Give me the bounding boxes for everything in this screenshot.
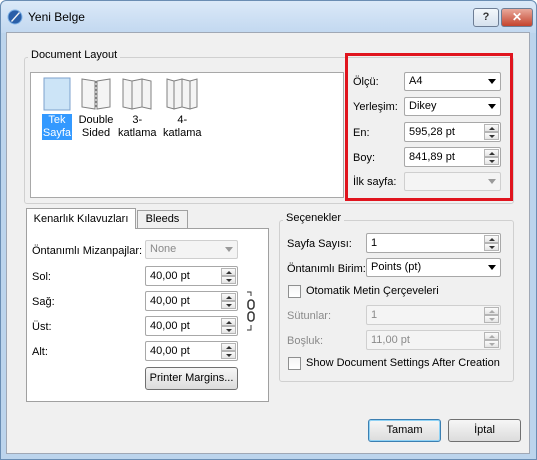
ok-button[interactable]: Tamam [368, 419, 441, 442]
show-settings-checkbox[interactable] [288, 357, 301, 370]
link-chain-icon[interactable] [245, 290, 257, 332]
layout-item-label: Tek Sayfa [41, 114, 73, 140]
columns-label: Sütunlar: [287, 310, 332, 322]
columns-input: 1 [366, 305, 501, 325]
layout-item-single[interactable]: Tek Sayfa [37, 75, 77, 140]
auto-frames-label[interactable]: Otomatik Metin Çerçeveleri [306, 285, 439, 297]
spin-down-button[interactable] [221, 351, 236, 359]
tab-margin-guides[interactable]: Kenarlık Kılavuzları [26, 208, 136, 229]
bottom-margin-label: Alt: [32, 346, 48, 358]
layout-item-double[interactable]: Double Sided [76, 75, 116, 140]
right-margin-label: Sağ: [32, 296, 55, 308]
top-margin-label: Üst: [32, 321, 52, 333]
auto-frames-checkbox[interactable] [288, 285, 301, 298]
show-settings-label[interactable]: Show Document Settings After Creation [306, 357, 500, 369]
layout-item-3fold[interactable]: 3- katlama [117, 75, 157, 140]
layout-item-label: 4- katlama [163, 114, 202, 139]
spin-up-button [484, 332, 499, 340]
spin-down-button[interactable] [221, 326, 236, 334]
spin-up-button[interactable] [221, 343, 236, 351]
layout-list[interactable]: Tek Sayfa Double Sided 3- katlama 4- katlama [30, 72, 344, 198]
spin-down-button [484, 315, 499, 323]
left-margin-label: Sol: [32, 271, 51, 283]
spin-up-button[interactable] [221, 318, 236, 326]
help-button[interactable]: ? [473, 8, 499, 27]
layout-item-label: Double Sided [78, 114, 114, 139]
printer-margins-button[interactable]: Printer Margins... [145, 367, 238, 390]
highlight-box [345, 53, 513, 201]
cancel-button[interactable]: İptal [448, 419, 521, 442]
left-margin-input[interactable]: 40,00 pt [145, 266, 238, 286]
bottom-margin-input[interactable]: 40,00 pt [145, 341, 238, 361]
options-label: Seçenekler [283, 212, 345, 224]
top-margin-input[interactable]: 40,00 pt [145, 316, 238, 336]
page-count-label: Sayfa Sayısı: [287, 238, 352, 250]
gap-label: Boşluk: [287, 335, 324, 347]
app-icon [7, 9, 23, 25]
spin-down-button[interactable] [221, 301, 236, 309]
chevron-down-icon [488, 265, 496, 270]
single-page-icon [43, 77, 71, 111]
preset-select: None [145, 240, 238, 259]
double-page-icon [81, 78, 111, 110]
fourfold-icon [166, 78, 198, 110]
right-margin-input[interactable]: 40,00 pt [145, 291, 238, 311]
spin-up-button [484, 307, 499, 315]
spin-down-button[interactable] [221, 276, 236, 284]
preset-label: Öntanımlı Mizanpajlar: [32, 245, 143, 257]
layout-item-label: 3- katlama [118, 114, 157, 139]
spin-up-button[interactable] [221, 293, 236, 301]
gap-input: 11,00 pt [366, 330, 501, 350]
unit-label: Öntanımlı Birim: [287, 263, 366, 275]
window-title: Yeni Belge [28, 10, 85, 24]
layout-item-4fold[interactable]: 4- katlama [162, 75, 202, 140]
spin-up-button[interactable] [221, 268, 236, 276]
title-bar: Yeni Belge ? ✕ [1, 1, 536, 33]
close-button[interactable]: ✕ [501, 8, 533, 27]
page-count-input[interactable]: 1 [366, 233, 501, 253]
tab-bleeds[interactable]: Bleeds [137, 210, 188, 228]
spin-up-button[interactable] [484, 235, 499, 243]
unit-select[interactable]: Points (pt) [366, 258, 501, 277]
spin-down-button[interactable] [484, 243, 499, 251]
spin-down-button [484, 340, 499, 348]
document-layout-label: Document Layout [28, 49, 121, 61]
trifold-icon [122, 78, 152, 110]
chevron-down-icon [225, 247, 233, 252]
